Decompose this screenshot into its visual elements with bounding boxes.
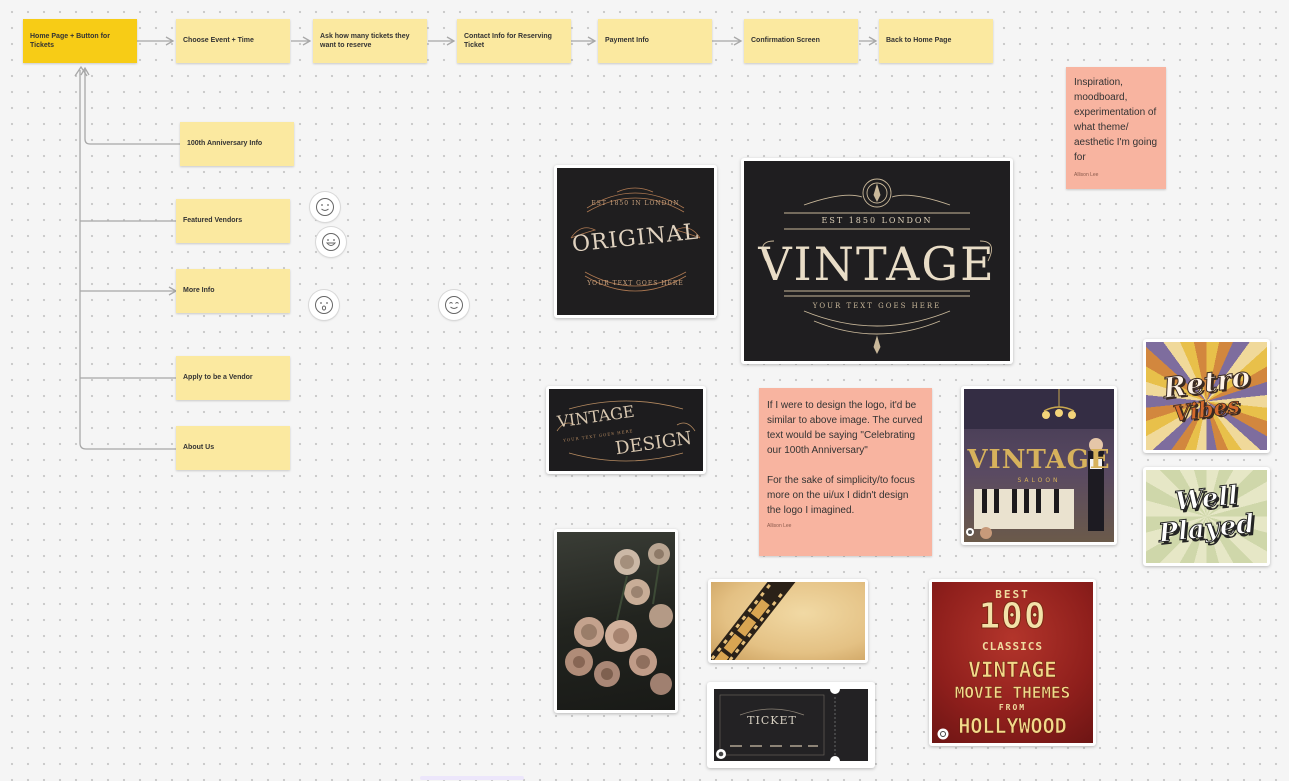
original-badge-image[interactable]: EST 1850 IN LONDON ORIGINAL YOUR TEXT GO… bbox=[554, 165, 717, 318]
home-page-label: Home Page + Button for Tickets bbox=[30, 32, 110, 49]
ticket-label-text: TICKET bbox=[747, 714, 797, 727]
featured-vendors-label: Featured Vendors bbox=[183, 217, 243, 225]
hollywood-line2-text: MOVIE THEMES bbox=[954, 683, 1071, 703]
vintage-design-image[interactable]: VINTAGE YOUR TEXT GOES HERE DESIGN bbox=[546, 386, 706, 474]
vintage-badge-main-text: VINTAGE bbox=[758, 237, 996, 291]
logo-note-author: Allison Lee bbox=[767, 523, 792, 529]
retro-vibes-image[interactable]: Retro Vibes bbox=[1143, 339, 1270, 453]
back-home-sticky[interactable]: Back to Home Page bbox=[879, 19, 993, 63]
vintage-badge-top-text: EST 1850 LONDON bbox=[821, 216, 933, 225]
vintage-badge-bottom-text: YOUR TEXT GOES HERE bbox=[812, 302, 942, 310]
grin-face-icon bbox=[322, 233, 340, 251]
inspiration-note[interactable]: Inspiration, moodboard, experimentation … bbox=[1066, 67, 1166, 189]
about-us-label: About Us bbox=[183, 444, 215, 452]
well-played-image[interactable]: Well Played bbox=[1143, 467, 1270, 566]
choose-event-label: Choose Event + Time bbox=[183, 37, 254, 45]
about-us-sticky[interactable]: About Us bbox=[176, 426, 290, 470]
ticket-count-sticky[interactable]: Ask how many tickets they want to reserv… bbox=[313, 19, 427, 63]
image-search-icon[interactable] bbox=[937, 728, 949, 740]
original-badge-top-text: EST 1850 IN LONDON bbox=[591, 200, 680, 207]
inspiration-note-author: Allison Lee bbox=[1074, 172, 1099, 178]
choose-event-sticky[interactable]: Choose Event + Time bbox=[176, 19, 290, 63]
hollywood-from-text: FROM bbox=[998, 703, 1027, 712]
smile-reaction[interactable] bbox=[310, 192, 340, 222]
inspiration-note-text: Inspiration, moodboard, experimentation … bbox=[1074, 77, 1158, 163]
back-home-label: Back to Home Page bbox=[886, 37, 952, 45]
logo-note[interactable]: If I were to design the logo, it'd be si… bbox=[759, 388, 932, 556]
hollywood-line3-text: HOLLYWOOD bbox=[958, 714, 1067, 739]
home-page-sticky[interactable]: Home Page + Button for Tickets bbox=[23, 19, 137, 63]
smile-face-icon bbox=[316, 198, 334, 216]
surprised-reaction[interactable] bbox=[309, 290, 339, 320]
featured-vendors-sticky[interactable]: Featured Vendors bbox=[176, 199, 290, 243]
apply-vendor-label: Apply to be a Vendor bbox=[183, 374, 253, 382]
confirmation-label: Confirmation Screen bbox=[751, 37, 820, 45]
toolbar-hint bbox=[420, 776, 524, 780]
vintage-badge-image[interactable]: EST 1850 LONDON VINTAGE YOUR TEXT GOES H… bbox=[741, 158, 1013, 364]
roses-photo-image[interactable] bbox=[554, 529, 678, 713]
anniversary-info-sticky[interactable]: 100th Anniversary Info bbox=[180, 122, 294, 166]
payment-info-sticky[interactable]: Payment Info bbox=[598, 19, 712, 63]
hollywood-number-text: 100 bbox=[978, 596, 1047, 638]
surprised-face-icon bbox=[315, 296, 333, 314]
happy-face-icon bbox=[445, 296, 463, 314]
saloon-main-text: VINTAGE bbox=[967, 445, 1111, 475]
hollywood-classics-text: CLASSICS bbox=[982, 640, 1043, 653]
grin-reaction[interactable] bbox=[316, 227, 346, 257]
contact-info-sticky[interactable]: Contact Info for Reserving Ticket bbox=[457, 19, 571, 63]
original-badge-bottom-text: YOUR TEXT GOES HERE bbox=[587, 280, 684, 287]
more-info-label: More Info bbox=[183, 287, 215, 295]
confirmation-sticky[interactable]: Confirmation Screen bbox=[744, 19, 858, 63]
film-strip-image[interactable] bbox=[708, 579, 868, 663]
hollywood-poster-image[interactable]: BEST 100 CLASSICS VINTAGE MOVIE THEMES F… bbox=[929, 579, 1096, 746]
vintage-saloon-image[interactable]: VINTAGE SALOON bbox=[961, 386, 1117, 545]
hollywood-line1-text: VINTAGE bbox=[968, 658, 1057, 683]
happy-reaction[interactable] bbox=[439, 290, 469, 320]
ticket-image[interactable]: TICKET bbox=[707, 682, 875, 768]
saloon-sub-text: SALOON bbox=[1017, 477, 1061, 484]
ticket-count-label: Ask how many tickets they want to reserv… bbox=[320, 32, 410, 49]
apply-vendor-sticky[interactable]: Apply to be a Vendor bbox=[176, 356, 290, 400]
logo-note-text: If I were to design the logo, it'd be si… bbox=[767, 400, 923, 516]
payment-info-label: Payment Info bbox=[605, 37, 649, 45]
more-info-sticky[interactable]: More Info bbox=[176, 269, 290, 313]
contact-info-label: Contact Info for Reserving Ticket bbox=[464, 32, 552, 49]
anniversary-info-label: 100th Anniversary Info bbox=[187, 140, 263, 148]
